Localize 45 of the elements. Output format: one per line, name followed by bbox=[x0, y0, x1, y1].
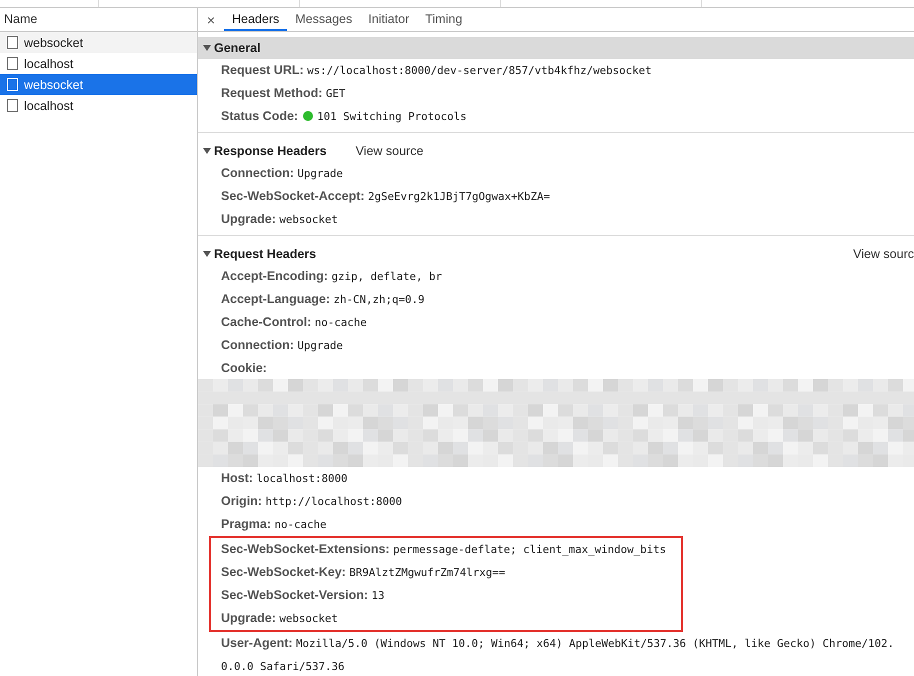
header-line: Accept-Encoding: gzip, deflate, br bbox=[221, 269, 442, 283]
header-name: Status Code: bbox=[221, 109, 298, 123]
request-type-icon bbox=[7, 57, 18, 70]
header-value: 101 Switching Protocols bbox=[317, 110, 467, 123]
header-line: Sec-WebSocket-Version: 13 bbox=[221, 588, 385, 602]
expand-triangle-icon bbox=[203, 44, 211, 52]
header-line: Request URL: ws://localhost:8000/dev-server/857/vtb4kfhz/websocket bbox=[221, 63, 652, 77]
header-line: Sec-WebSocket-Extensions: permessage-deflate; client_max_window_bits bbox=[221, 542, 666, 556]
status-dot-icon bbox=[303, 111, 314, 121]
request-type-icon bbox=[7, 36, 18, 49]
view-source-link[interactable]: View sourc bbox=[853, 247, 914, 261]
header-line: Host: localhost:8000 bbox=[221, 471, 348, 485]
header-line: Sec-WebSocket-Key: BR9AlztZMgwufrZm74lrxg== bbox=[221, 565, 506, 579]
request-type-icon bbox=[7, 78, 18, 91]
header-line: Cache-Control: no-cache bbox=[221, 315, 367, 329]
request-row[interactable]: websocket bbox=[0, 74, 197, 95]
section-header[interactable]: Request Headers View sourc bbox=[198, 243, 914, 265]
header-line: User-Agent: Mozilla/5.0 (Windows NT 10.0; Win64; x64) AppleWebKit/537.36 (KHTML, like Gecko) Chrome/102.0.0.0 Safari/537.36 bbox=[221, 636, 894, 673]
view-source-link[interactable]: View source bbox=[356, 144, 424, 158]
header-line: Sec-WebSocket-Accept: 2gSeEvrg2k1JBjT7gOgwax+KbZA= bbox=[221, 189, 550, 203]
close-button[interactable]: × bbox=[198, 8, 224, 31]
expand-triangle-icon bbox=[203, 250, 211, 258]
tab[interactable]: Headers bbox=[224, 8, 288, 31]
tab[interactable]: Timing bbox=[417, 8, 470, 31]
section-title: General bbox=[214, 41, 261, 55]
header-line: Request Method: GET bbox=[221, 86, 346, 100]
section-title: Response Headers bbox=[214, 144, 327, 158]
header-line: Origin: http://localhost:8000 bbox=[221, 494, 402, 508]
section-header[interactable]: General bbox=[198, 37, 914, 59]
section-header[interactable]: Response Headers View source bbox=[198, 140, 914, 162]
tab[interactable]: Initiator bbox=[360, 8, 418, 31]
header-line: Connection: Upgrade bbox=[221, 338, 343, 352]
header-line: Upgrade: websocket bbox=[221, 611, 338, 625]
header-name: Cookie: bbox=[221, 361, 267, 375]
header-line: Accept-Language: zh-CN,zh;q=0.9 bbox=[221, 292, 425, 306]
section-title: Request Headers bbox=[214, 247, 316, 261]
expand-triangle-icon bbox=[203, 147, 211, 155]
header-line: Connection: Upgrade bbox=[221, 166, 343, 180]
header-line: Upgrade: websocket bbox=[221, 212, 338, 226]
request-type-icon bbox=[7, 99, 18, 112]
request-row[interactable]: websocket bbox=[0, 32, 197, 53]
request-row[interactable]: localhost bbox=[0, 53, 197, 74]
header-line: Pragma: no-cache bbox=[221, 517, 327, 531]
request-row[interactable]: localhost bbox=[0, 95, 197, 116]
tab[interactable]: Messages bbox=[287, 8, 360, 31]
